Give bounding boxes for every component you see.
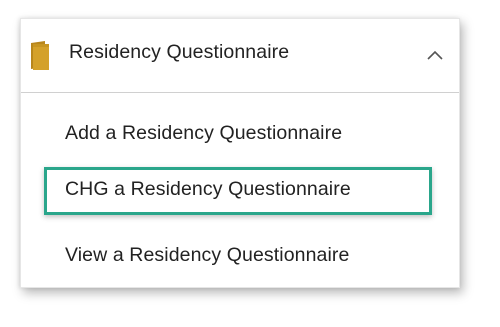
chevron-up-icon[interactable]	[427, 47, 443, 60]
menu-item-chg-questionnaire[interactable]: CHG a Residency Questionnaire	[65, 178, 351, 201]
menu-item-view-questionnaire[interactable]: View a Residency Questionnaire	[65, 244, 349, 267]
section-header[interactable]: Residency Questionnaire	[21, 19, 459, 93]
menu-item-add-questionnaire[interactable]: Add a Residency Questionnaire	[65, 122, 342, 145]
section-title: Residency Questionnaire	[69, 41, 290, 63]
residency-questionnaire-panel: Residency Questionnaire Add a Residency …	[20, 18, 460, 288]
folder-icon	[29, 41, 51, 71]
